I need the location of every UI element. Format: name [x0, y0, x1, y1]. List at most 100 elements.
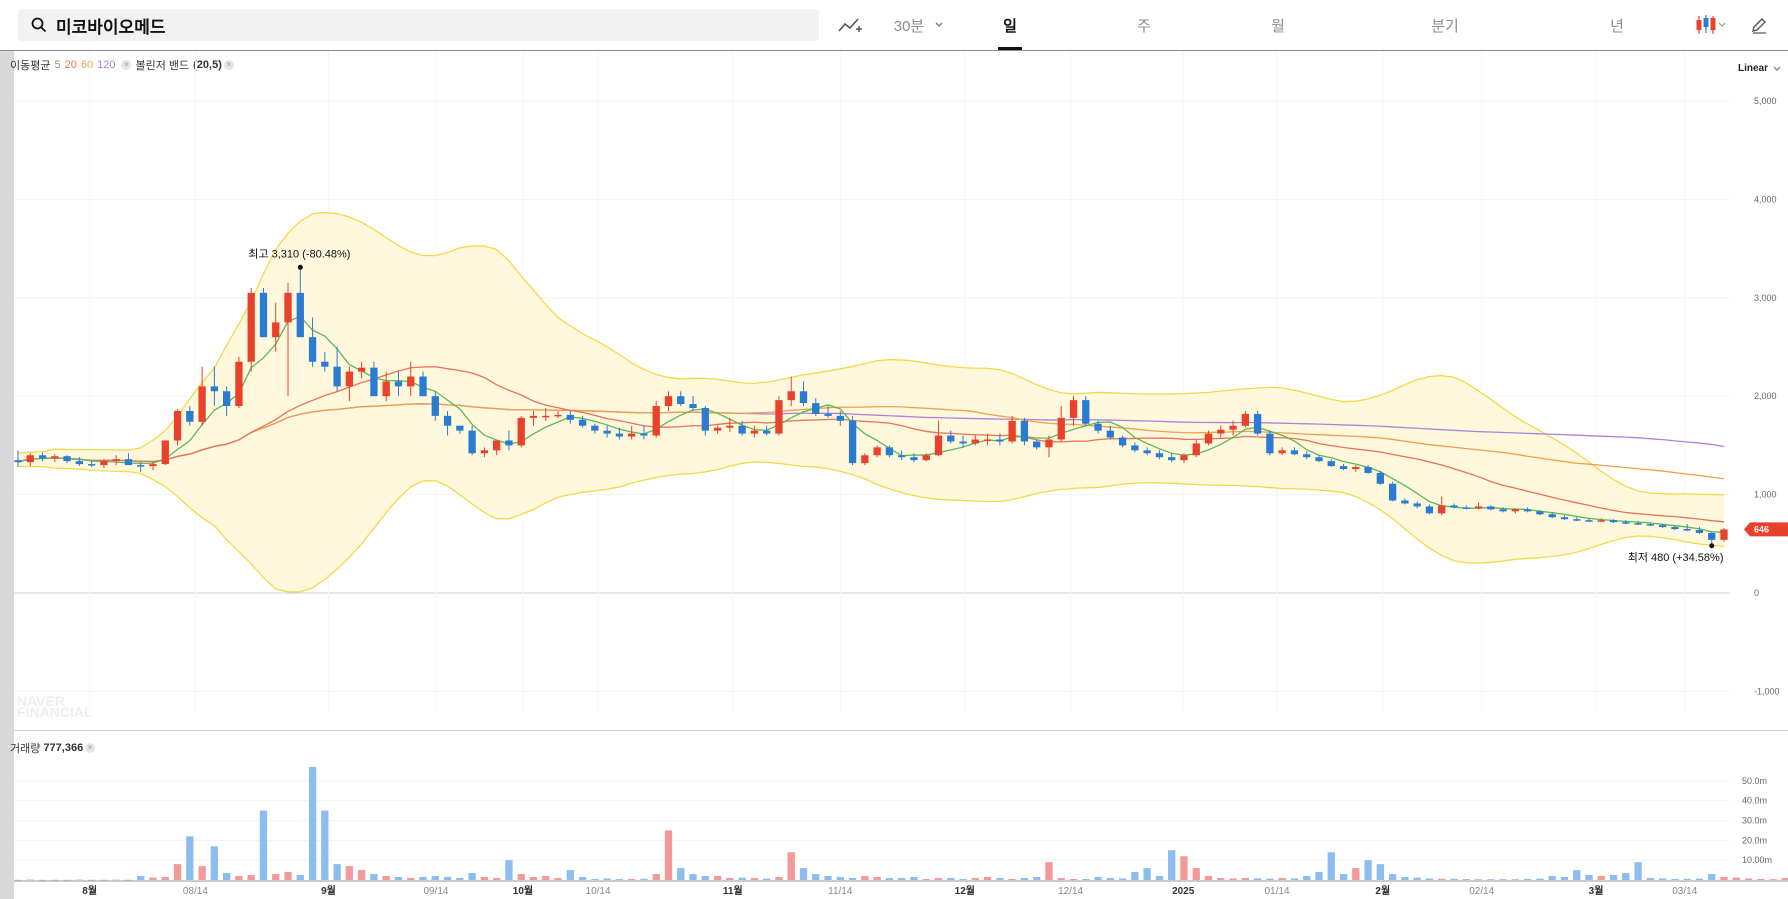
- volume-bar: [836, 877, 844, 880]
- add-indicator-button[interactable]: [832, 10, 868, 40]
- candle: [1082, 396, 1090, 426]
- chevron-down-icon: [935, 22, 943, 27]
- candle-body: [934, 435, 943, 456]
- candlestick-icon: [1696, 15, 1726, 34]
- candle-body: [566, 414, 574, 420]
- price-tick-label: 5,000: [1754, 96, 1777, 106]
- date-tick-label: 12/14: [1058, 886, 1083, 897]
- candle-body: [1033, 441, 1041, 448]
- volume-bar: [1708, 874, 1716, 880]
- price-axis: 5,000 4,000 3,000 2,000 1,000 0 -1,000: [1754, 96, 1780, 696]
- volume-bar: [898, 878, 906, 880]
- candle: [848, 415, 857, 466]
- candle-body: [1168, 457, 1176, 461]
- date-tick-label: 09/14: [423, 886, 448, 897]
- volume-bar: [1487, 879, 1495, 880]
- volume-bar: [394, 877, 403, 880]
- volume-bar: [493, 878, 501, 880]
- volume-bar: [713, 876, 722, 880]
- search-input-value: 미코바이오메드: [56, 17, 166, 37]
- candle-body: [259, 292, 268, 338]
- interval-dropdown[interactable]: 30분: [884, 10, 954, 40]
- candle-body: [1131, 445, 1139, 451]
- candle-body: [431, 396, 439, 416]
- candle-body: [554, 414, 562, 417]
- volume-bar: [1671, 879, 1679, 880]
- tab-year-label: 년: [1610, 17, 1624, 35]
- volume-bar: [480, 877, 489, 880]
- candle-body: [1143, 450, 1151, 454]
- volume-bar: [124, 879, 133, 881]
- volume-bar: [1560, 877, 1569, 880]
- candle-body: [1511, 509, 1520, 512]
- candle-body: [198, 386, 206, 422]
- volume-bar: [934, 878, 943, 880]
- volume-bar: [971, 878, 979, 880]
- volume-bar: [640, 878, 648, 880]
- candle-body: [1069, 400, 1078, 418]
- candle-body: [1352, 467, 1360, 470]
- candle-body: [75, 461, 84, 465]
- candle: [198, 366, 206, 426]
- candle-body: [149, 464, 157, 467]
- candle-body: [480, 450, 489, 454]
- candle-body: [1094, 423, 1102, 431]
- candle-body: [873, 447, 881, 456]
- volume-bar: [407, 878, 415, 880]
- candle-body: [775, 400, 783, 434]
- volume-bar: [443, 877, 452, 880]
- candle: [1720, 528, 1728, 542]
- volume-bar: [628, 879, 636, 880]
- candle-body: [1536, 511, 1544, 515]
- volume-axis: 50.0m 40.0m 30.0m 20.0m 10.00m: [1742, 776, 1772, 865]
- candle-body: [443, 415, 452, 426]
- volume-bar: [1548, 876, 1556, 880]
- volume-bar: [321, 810, 329, 880]
- date-tick-label: 08/14: [183, 886, 208, 897]
- tab-week[interactable]: 주: [1124, 10, 1164, 40]
- volume-bar: [431, 876, 439, 880]
- candle-body: [1253, 413, 1262, 434]
- candle-body: [1192, 443, 1200, 456]
- volume-bar: [603, 878, 611, 880]
- candle-body: [1229, 425, 1237, 430]
- candle-body: [1585, 520, 1593, 522]
- candle-body: [726, 425, 734, 428]
- date-tick-label: 8월: [82, 885, 97, 897]
- candle-body: [1548, 514, 1556, 518]
- chart-type-dropdown[interactable]: [1690, 10, 1730, 40]
- candle-body: [1020, 420, 1029, 442]
- candle-body: [922, 455, 930, 461]
- price-chart[interactable]: 5,000 4,000 3,000 2,000 1,000 0 -1,000 최고 3,31…: [14, 51, 1788, 711]
- volume-bar: [1597, 876, 1605, 880]
- tab-month[interactable]: 월: [1258, 10, 1298, 40]
- tab-day[interactable]: 일: [990, 10, 1030, 50]
- volume-bar: [222, 873, 231, 880]
- price-tick-label: 4,000: [1754, 194, 1777, 204]
- date-tick-label: 02/14: [1469, 886, 1494, 897]
- tab-week-label: 주: [1137, 17, 1151, 35]
- tab-year[interactable]: 년: [1597, 10, 1637, 40]
- volume-bar: [87, 879, 96, 881]
- volume-bar: [137, 876, 145, 880]
- low-annotation: 최저 480 (+34.58%): [1628, 551, 1724, 564]
- volume-bar: [947, 878, 955, 880]
- stock-search-box[interactable]: 미코바이오메드: [18, 9, 819, 41]
- volume-bar: [750, 878, 759, 880]
- candle-body: [137, 465, 145, 467]
- tab-day-label: 일: [1003, 17, 1017, 35]
- candle-body: [959, 441, 967, 444]
- volume-chart[interactable]: 50.0m 40.0m 30.0m 20.0m 10.00m 8월 08/14 9월 09/1…: [14, 749, 1788, 899]
- date-axis: 8월 08/14 9월 09/14 10월 10/14 11월 11/14 12월 12/14 20…: [14, 880, 1788, 897]
- candle-body: [38, 455, 47, 459]
- candle-body: [1450, 505, 1458, 508]
- tab-quarter[interactable]: 분기: [1425, 10, 1465, 40]
- volume-bar: [652, 874, 660, 880]
- candle-body: [1560, 517, 1569, 520]
- candle-body: [1499, 509, 1507, 512]
- volume-bar: [1658, 878, 1667, 880]
- candle-body: [787, 391, 795, 401]
- draw-tool-button[interactable]: [1742, 10, 1776, 40]
- candle-body: [1413, 503, 1421, 507]
- candle-body: [308, 337, 317, 362]
